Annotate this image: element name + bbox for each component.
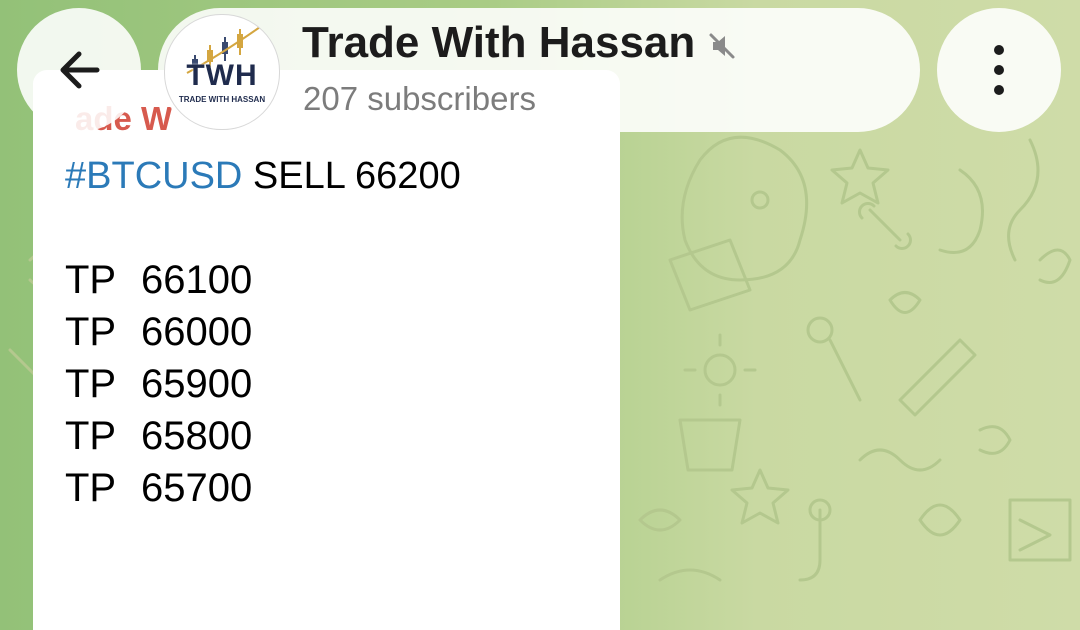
- avatar-initials: TWH: [186, 59, 258, 92]
- take-profit-row: TP 65800: [65, 414, 252, 466]
- tp-label: TP: [65, 310, 117, 354]
- tp-value: 65900: [141, 362, 253, 406]
- hashtag-link[interactable]: #BTCUSD: [65, 155, 242, 197]
- tp-label: TP: [65, 258, 117, 302]
- signal-text: SELL 66200: [242, 155, 461, 197]
- take-profit-row: TP 65700: [65, 466, 252, 518]
- arrow-left-icon: [60, 51, 100, 89]
- tp-value: 65800: [141, 414, 253, 458]
- more-options-button[interactable]: [937, 8, 1061, 132]
- more-vertical-icon: [994, 45, 1004, 95]
- avatar-caption: TRADE WITH HASSAN: [178, 95, 266, 104]
- channel-title: Trade With Hassan: [302, 18, 696, 67]
- back-button[interactable]: [17, 8, 141, 132]
- tp-label: TP: [65, 414, 117, 458]
- take-profit-row: TP 66100: [65, 258, 252, 310]
- trade-signal-line: #BTCUSD SELL 66200: [65, 154, 461, 198]
- tp-label: TP: [65, 466, 117, 510]
- channel-avatar[interactable]: TWH TRADE WITH HASSAN: [164, 14, 280, 130]
- take-profit-row: TP 66000: [65, 310, 252, 362]
- subscriber-count: 207 subscribers: [303, 80, 536, 117]
- take-profit-row: TP 65900: [65, 362, 252, 414]
- message-bubble[interactable]: ade W #BTCUSD SELL 66200 TP 66100 TP 66000…: [33, 70, 620, 630]
- tp-value: 66000: [141, 310, 253, 354]
- tp-value: 65700: [141, 466, 253, 510]
- speaker-muted-icon: [709, 33, 735, 59]
- tp-value: 66100: [141, 258, 253, 302]
- take-profit-list: TP 66100 TP 66000 TP 65900 TP 65800 TP 65700: [65, 258, 252, 518]
- tp-label: TP: [65, 362, 117, 406]
- channel-title-row[interactable]: Trade With Hassan: [302, 18, 737, 68]
